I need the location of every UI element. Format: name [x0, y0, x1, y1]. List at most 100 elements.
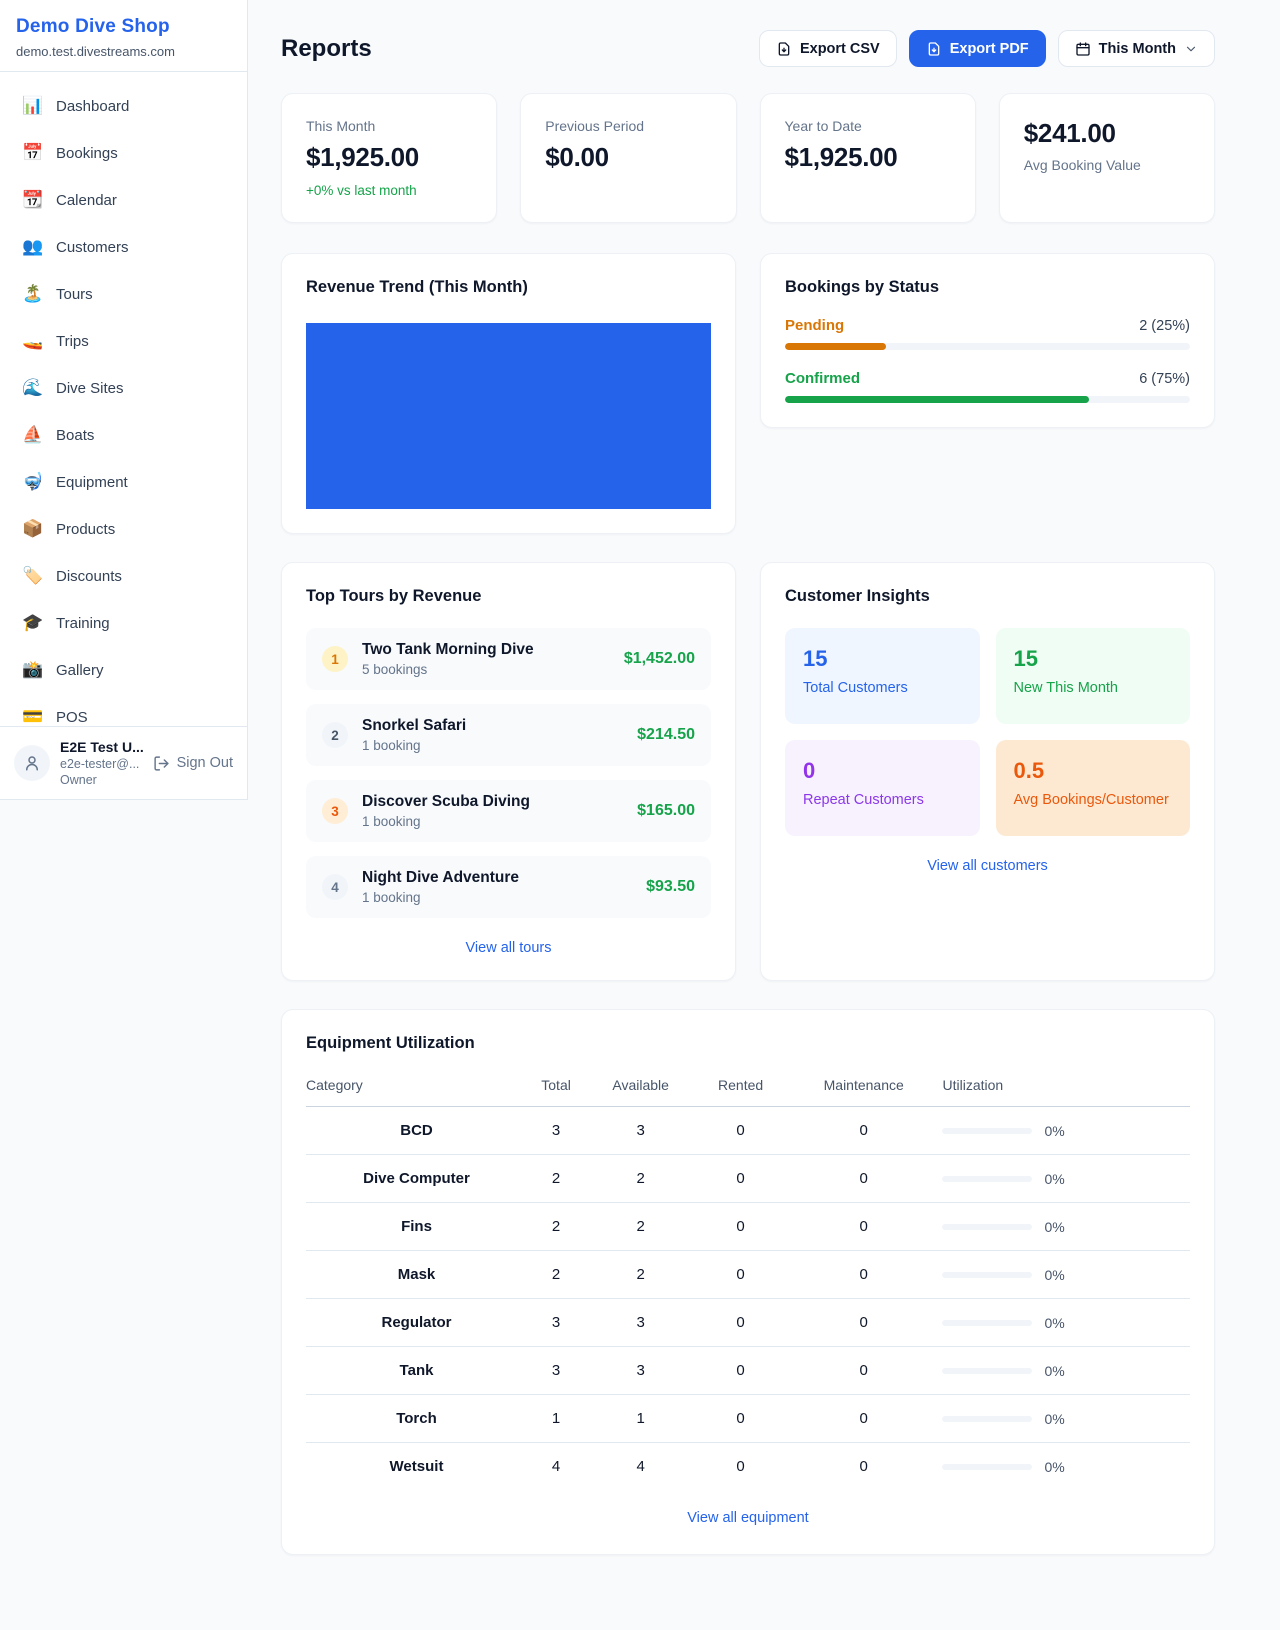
file-download-icon	[776, 41, 792, 57]
column-rented: Rented	[696, 1067, 785, 1107]
dive-sites-icon: 🌊	[22, 378, 42, 398]
cell-available: 1	[585, 1395, 696, 1443]
tile-label: Avg Bookings/Customer	[1014, 792, 1173, 808]
table-header-row: Category Total Available Rented Maintena…	[306, 1067, 1190, 1107]
tour-revenue: $165.00	[637, 802, 695, 820]
export-csv-label: Export CSV	[800, 41, 880, 57]
column-maintenance: Maintenance	[785, 1067, 943, 1107]
sidebar-item-label: Dashboard	[56, 98, 129, 115]
cell-maintenance: 0	[785, 1299, 943, 1347]
period-dropdown[interactable]: This Month	[1058, 30, 1215, 67]
view-all-customers-link[interactable]: View all customers	[785, 858, 1190, 874]
sidebar-item-training[interactable]: 🎓Training	[8, 603, 239, 643]
view-all-tours-link[interactable]: View all tours	[306, 940, 711, 956]
utilization-label: 0%	[1044, 1123, 1064, 1139]
main-content: Reports Export CSV Export PDF This Month…	[248, 0, 1280, 1630]
brand-name: Demo Dive Shop	[16, 16, 231, 38]
sidebar-item-trips[interactable]: 🚤 Trips	[8, 321, 239, 361]
utilization-bar-track	[942, 1224, 1032, 1230]
sidebar-item-gallery[interactable]: 📸 Gallery	[8, 650, 239, 690]
stat-card-previous-period: Previous Period $0.00	[520, 93, 736, 223]
user-info: E2E Test U... e2e-tester@... Owner	[60, 739, 143, 787]
cell-maintenance: 0	[785, 1251, 943, 1299]
sidebar-item-dive-sites[interactable]: 🌊 Dive Sites	[8, 368, 239, 408]
stat-value: $241.00	[1024, 118, 1190, 149]
utilization-bar-track	[942, 1368, 1032, 1374]
sidebar: Demo Dive Shop demo.test.divestreams.com…	[0, 0, 248, 800]
stat-label: Year to Date	[785, 118, 951, 134]
sidebar-item-pos[interactable]: 💳POS	[8, 697, 239, 726]
stat-label: This Month	[306, 118, 472, 134]
sidebar-item-equipment[interactable]: 🤿Equipment	[8, 462, 239, 502]
utilization-bar-track	[942, 1176, 1032, 1182]
sidebar-item-discounts[interactable]: 🏷️Discounts	[8, 556, 239, 596]
training-icon: 🎓	[22, 613, 42, 633]
status-count: 6 (75%)	[1139, 371, 1190, 387]
sidebar-item-customers[interactable]: 👥Customers	[8, 227, 239, 267]
sidebar-item-bookings[interactable]: 📅Bookings	[8, 133, 239, 173]
cell-total: 1	[527, 1395, 585, 1443]
table-row: Torch 1 1 0 0 0%	[306, 1395, 1190, 1443]
header-actions: Export CSV Export PDF This Month	[759, 30, 1215, 67]
cell-rented: 0	[696, 1251, 785, 1299]
equipment-utilization-card: Equipment Utilization Category Total Ava…	[281, 1009, 1215, 1555]
cell-rented: 0	[696, 1299, 785, 1347]
cell-maintenance: 0	[785, 1347, 943, 1395]
stat-label: Avg Booking Value	[1024, 157, 1190, 173]
user-icon	[23, 754, 41, 772]
tour-row: 3 Discover Scuba Diving1 booking $165.00	[306, 780, 711, 842]
tour-bookings: 1 booking	[362, 738, 623, 753]
products-icon: 📦	[22, 519, 42, 539]
cell-utilization: 0%	[942, 1155, 1190, 1203]
sidebar-item-label: Customers	[56, 239, 129, 256]
sidebar-item-products[interactable]: 📦 Products	[8, 509, 239, 549]
rank-badge: 4	[322, 874, 348, 900]
cell-category: Torch	[306, 1395, 527, 1443]
insight-grid: 15 Total Customers 15 New This Month 0 R…	[785, 628, 1190, 836]
sidebar-item-label: Trips	[56, 333, 89, 350]
tour-row: 1 Two Tank Morning Dive5 bookings $1,452…	[306, 628, 711, 690]
status-bar-track	[785, 396, 1190, 403]
tile-avg-bookings-customer: 0.5 Avg Bookings/Customer	[996, 740, 1191, 836]
export-pdf-button[interactable]: Export PDF	[909, 30, 1046, 67]
sign-out-button[interactable]: Sign Out	[153, 755, 233, 772]
tour-row: 2 Snorkel Safari1 booking $214.50	[306, 704, 711, 766]
tour-revenue: $1,452.00	[624, 650, 695, 668]
utilization-bar-track	[942, 1128, 1032, 1134]
rank-badge: 3	[322, 798, 348, 824]
user-name: E2E Test U...	[60, 739, 143, 755]
view-all-equipment-link[interactable]: View all equipment	[306, 1510, 1190, 1526]
cell-category: Tank	[306, 1347, 527, 1395]
pos-icon: 💳	[22, 707, 42, 726]
insights-row: Top Tours by Revenue 1 Two Tank Morning …	[281, 562, 1215, 981]
sidebar-item-calendar[interactable]: 📆 Calendar	[8, 180, 239, 220]
table-row: Tank 3 3 0 0 0%	[306, 1347, 1190, 1395]
tile-value: 15	[1014, 646, 1173, 672]
cell-category: Wetsuit	[306, 1443, 527, 1491]
tile-value: 15	[803, 646, 962, 672]
cell-available: 3	[585, 1347, 696, 1395]
sidebar-item-label: Gallery	[56, 662, 104, 679]
export-csv-button[interactable]: Export CSV	[759, 30, 897, 67]
gallery-icon: 📸	[22, 660, 42, 680]
table-row: Dive Computer 2 2 0 0 0%	[306, 1155, 1190, 1203]
sidebar-item-label: Dive Sites	[56, 380, 124, 397]
status-row-confirmed: Confirmed 6 (75%)	[785, 370, 1190, 403]
sidebar-item-label: Calendar	[56, 192, 117, 209]
sidebar-item-label: Products	[56, 521, 115, 538]
cell-rented: 0	[696, 1155, 785, 1203]
sidebar-item-boats[interactable]: ⛵Boats	[8, 415, 239, 455]
cell-rented: 0	[696, 1107, 785, 1155]
card-title: Revenue Trend (This Month)	[306, 278, 711, 297]
sidebar-item-dashboard[interactable]: 📊Dashboard	[8, 86, 239, 126]
calendar-icon: 📆	[22, 190, 42, 210]
tour-revenue: $214.50	[637, 726, 695, 744]
cell-total: 2	[527, 1155, 585, 1203]
sidebar-nav: 📊Dashboard 📅Bookings 📆 Calendar 👥Customer…	[0, 72, 247, 726]
status-count: 2 (25%)	[1139, 318, 1190, 334]
top-tours-card: Top Tours by Revenue 1 Two Tank Morning …	[281, 562, 736, 981]
cell-maintenance: 0	[785, 1443, 943, 1491]
tour-row: 4 Night Dive Adventure1 booking $93.50	[306, 856, 711, 918]
sidebar-item-tours[interactable]: 🏝️Tours	[8, 274, 239, 314]
trips-icon: 🚤	[22, 331, 42, 351]
